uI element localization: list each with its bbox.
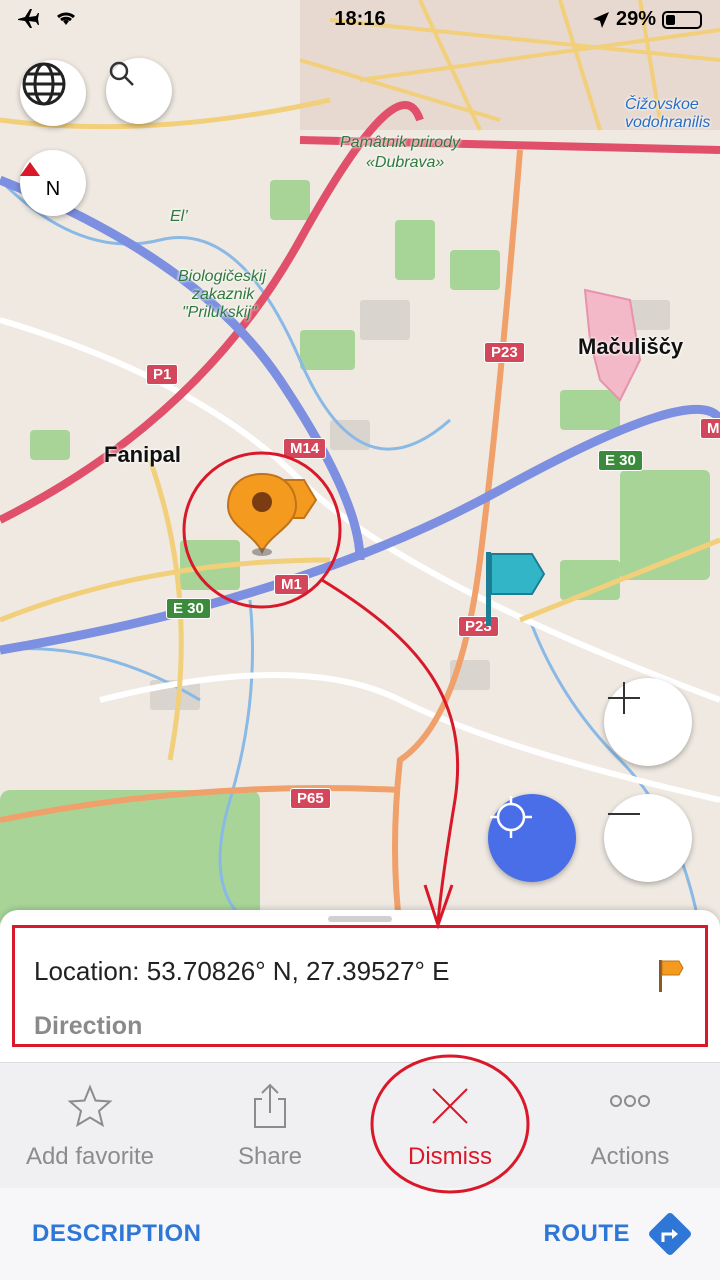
place-label: «Dubrava» <box>366 154 445 171</box>
dismiss-button[interactable]: Dismiss <box>360 1063 540 1188</box>
zoom-in-button[interactable] <box>604 678 692 766</box>
search-button[interactable] <box>106 58 172 124</box>
destination-flag-icon[interactable] <box>480 548 550 630</box>
annotation-circle <box>182 451 342 609</box>
location-title: Location: 53.70826° N, 27.39527° E <box>34 956 450 986</box>
place-label: Pamâtnik prirody <box>340 134 461 151</box>
route-button[interactable]: ROUTE <box>544 1220 631 1248</box>
road-shield: P23 <box>484 342 525 363</box>
place-label: Biologičeskij <box>178 268 267 285</box>
location-arrow-icon <box>592 11 609 28</box>
route-icon[interactable] <box>646 1210 694 1258</box>
description-button[interactable]: DESCRIPTION <box>32 1220 202 1248</box>
action-label: Dismiss <box>408 1143 492 1170</box>
more-icon <box>610 1095 650 1107</box>
map-view[interactable]: Fanipal Mačuliščy Čižovskoe vodohranilis… <box>0 0 720 930</box>
globe-icon <box>22 62 66 106</box>
close-icon <box>432 1088 468 1124</box>
plus-icon <box>608 682 640 714</box>
my-location-button[interactable] <box>488 794 576 882</box>
place-label: Mačuliščy <box>578 334 684 359</box>
search-icon <box>109 61 134 86</box>
add-favorite-button[interactable]: Add favorite <box>0 1063 180 1188</box>
compass-label: N <box>45 177 61 200</box>
action-label: Add favorite <box>25 1143 155 1170</box>
place-label: vodohranilis <box>625 114 711 131</box>
share-button[interactable]: Share <box>180 1063 360 1188</box>
road-shield: P1 <box>146 364 179 385</box>
place-label: "Prilukskij" <box>182 304 257 321</box>
action-label: Share <box>237 1143 303 1170</box>
action-bar: Add favorite Share Dismiss Actions <box>0 1062 720 1189</box>
context-menu-sheet: Location: 53.70826° N, 27.39527° E Direc… <box>0 910 720 1280</box>
share-icon <box>254 1083 286 1128</box>
action-label: Actions <box>590 1143 670 1170</box>
globe-button[interactable] <box>20 60 86 126</box>
compass-north-icon <box>20 162 40 176</box>
star-icon <box>67 1084 113 1128</box>
road-shield: P65 <box>290 788 331 809</box>
flag-icon <box>659 960 684 992</box>
direction-text: Direction <box>34 1012 143 1040</box>
road-shield: E 30 <box>598 450 643 471</box>
bottom-bar: DESCRIPTION ROUTE <box>0 1188 720 1280</box>
actions-button[interactable]: Actions <box>540 1063 720 1188</box>
place-label: El’ <box>170 208 188 225</box>
minus-icon <box>608 813 640 815</box>
road-shield: M <box>700 418 720 439</box>
place-label: zakaznik <box>192 286 255 303</box>
zoom-out-button[interactable] <box>604 794 692 882</box>
sheet-grabber[interactable] <box>328 916 392 922</box>
compass-button[interactable]: N <box>20 150 86 216</box>
crosshair-icon <box>490 796 532 838</box>
battery-percent: 29% <box>615 8 656 30</box>
place-label: Čižovskoe <box>625 96 699 113</box>
battery-icon <box>662 10 702 29</box>
location-info-box[interactable]: Location: 53.70826° N, 27.39527° E Direc… <box>12 925 708 1047</box>
place-label: Fanipal <box>104 442 182 467</box>
status-bar: 18:16 29% <box>0 0 720 40</box>
